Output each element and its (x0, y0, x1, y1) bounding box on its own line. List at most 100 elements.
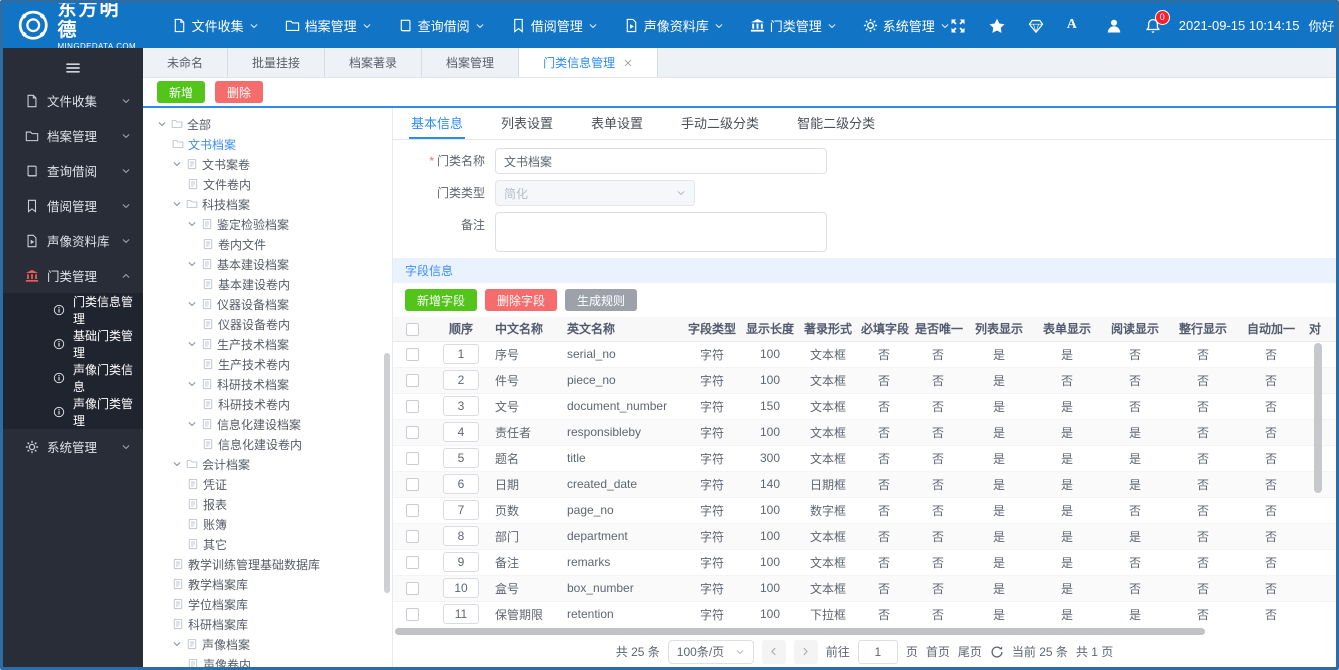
detail-tab[interactable]: 基本信息 (409, 108, 466, 139)
tree-node[interactable]: 全部 (143, 114, 392, 134)
tree-node[interactable]: 教学档案库 (143, 574, 392, 594)
tree-node[interactable]: 科研档案库 (143, 614, 392, 634)
topnav-item[interactable]: 借阅管理 (511, 16, 598, 35)
sidebar-subitem[interactable]: 门类信息管理 (3, 293, 143, 327)
sidebar-collapse-button[interactable] (3, 53, 143, 83)
tree-node[interactable]: 卷内文件 (143, 234, 392, 254)
add-field-button[interactable]: 新增字段 (405, 289, 478, 311)
tab[interactable]: 门类信息管理 (519, 48, 659, 77)
sidebar-item[interactable]: 系统管理 (3, 429, 143, 464)
scrollbar-thumb[interactable] (395, 628, 1205, 635)
tree-node[interactable]: 科研技术卷内 (143, 394, 392, 414)
goto-page-input[interactable] (857, 639, 898, 664)
tree-node[interactable]: 科研技术档案 (143, 374, 392, 394)
tree-node[interactable]: 仪器设备卷内 (143, 314, 392, 334)
tree-node[interactable]: 会计档案 (143, 454, 392, 474)
delete-field-button[interactable]: 删除字段 (485, 289, 558, 311)
tree-node[interactable]: 文书档案 (143, 134, 392, 154)
tree-scrollbar[interactable] (384, 353, 390, 593)
order-input[interactable] (443, 448, 479, 468)
row-checkbox[interactable] (405, 608, 419, 622)
next-page-button[interactable] (793, 639, 818, 664)
select-all-checkbox[interactable] (405, 322, 419, 336)
tab[interactable]: 未命名 (143, 48, 229, 77)
order-input[interactable] (443, 474, 479, 494)
generate-rule-button[interactable]: 生成规则 (565, 289, 638, 311)
detail-tab[interactable]: 表单设置 (589, 108, 645, 139)
row-checkbox[interactable] (405, 400, 419, 414)
row-checkbox[interactable] (405, 426, 419, 440)
topnav-item[interactable]: 文件收集 (172, 16, 259, 35)
tree-node[interactable]: 基本建设档案 (143, 254, 392, 274)
prev-page-button[interactable] (761, 639, 786, 664)
row-checkbox[interactable] (405, 530, 419, 544)
tree-node[interactable]: 凭证 (143, 474, 392, 494)
detail-tab[interactable]: 列表设置 (499, 108, 555, 139)
tree-node[interactable]: 科技档案 (143, 194, 392, 214)
category-name-input[interactable] (495, 148, 827, 174)
tree-node[interactable]: 基本建设卷内 (143, 274, 392, 294)
table-horizontal-scrollbar[interactable] (395, 627, 1334, 636)
tree-node[interactable]: 报表 (143, 494, 392, 514)
tab[interactable]: 档案管理 (422, 48, 520, 77)
tab[interactable]: 档案著录 (325, 48, 423, 77)
close-icon[interactable] (623, 58, 633, 68)
sidebar-subitem[interactable]: 声像门类信息 (3, 361, 143, 395)
tree-node[interactable]: 账簿 (143, 514, 392, 534)
sidebar-item[interactable]: 档案管理 (3, 118, 143, 153)
tree-node[interactable]: 文书案卷 (143, 154, 392, 174)
user-icon[interactable] (1106, 18, 1122, 34)
tree-node[interactable]: 教学训练管理基础数据库 (143, 554, 392, 574)
row-checkbox[interactable] (405, 452, 419, 466)
topnav-item[interactable]: 系统管理 (863, 16, 950, 35)
first-page-link[interactable]: 首页 (926, 643, 950, 660)
topnav-item[interactable]: 声像资料库 (624, 16, 724, 35)
tab[interactable]: 批量挂接 (228, 48, 326, 77)
tree-node[interactable]: 声像档案 (143, 634, 392, 654)
sidebar-item[interactable]: 借阅管理 (3, 188, 143, 223)
sidebar-item[interactable]: 查询借阅 (3, 153, 143, 188)
row-checkbox[interactable] (405, 478, 419, 492)
refresh-icon[interactable] (990, 645, 1004, 659)
row-checkbox[interactable] (405, 348, 419, 362)
gem-icon[interactable] (1028, 18, 1044, 34)
order-input[interactable] (443, 344, 479, 364)
tree-node[interactable]: 声像卷内 (143, 654, 392, 667)
row-checkbox[interactable] (405, 582, 419, 596)
sidebar-item[interactable]: 声像资料库 (3, 223, 143, 258)
order-input[interactable] (443, 604, 479, 624)
order-input[interactable] (443, 526, 479, 546)
order-input[interactable] (443, 422, 479, 442)
tree-node[interactable]: 生产技术档案 (143, 334, 392, 354)
order-input[interactable] (443, 552, 479, 572)
tree-node[interactable]: 生产技术卷内 (143, 354, 392, 374)
tree-node[interactable]: 学位档案库 (143, 594, 392, 614)
sidebar-subitem[interactable]: 基础门类管理 (3, 327, 143, 361)
order-input[interactable] (443, 370, 479, 390)
tree-node[interactable]: 仪器设备档案 (143, 294, 392, 314)
order-input[interactable] (443, 396, 479, 416)
table-vertical-scrollbar[interactable] (1314, 343, 1322, 493)
star-icon[interactable] (989, 18, 1005, 34)
tree-node[interactable]: 文件卷内 (143, 174, 392, 194)
topnav-item[interactable]: 查询借阅 (398, 16, 485, 35)
last-page-link[interactable]: 尾页 (958, 643, 982, 660)
remark-textarea[interactable] (495, 212, 827, 252)
sidebar-item[interactable]: 文件收集 (3, 83, 143, 118)
font-icon[interactable]: A (1067, 17, 1083, 34)
row-checkbox[interactable] (405, 374, 419, 388)
bell-icon[interactable]: 0 (1145, 9, 1170, 34)
topnav-item[interactable]: 门类管理 (750, 16, 837, 35)
page-size-select[interactable]: 100条/页 (667, 639, 754, 664)
detail-tab[interactable]: 手动二级分类 (679, 108, 761, 139)
category-type-select[interactable]: 简化 (495, 180, 695, 206)
sidebar-item[interactable]: 门类管理 (3, 258, 143, 293)
sidebar-subitem[interactable]: 声像门类管理 (3, 395, 143, 429)
tree-node[interactable]: 其它 (143, 534, 392, 554)
tree-node[interactable]: 信息化建设卷内 (143, 434, 392, 454)
row-checkbox[interactable] (405, 556, 419, 570)
row-checkbox[interactable] (405, 504, 419, 518)
tree-node[interactable]: 鉴定检验档案 (143, 214, 392, 234)
detail-tab[interactable]: 智能二级分类 (795, 108, 877, 139)
delete-button[interactable]: 删除 (215, 81, 264, 103)
